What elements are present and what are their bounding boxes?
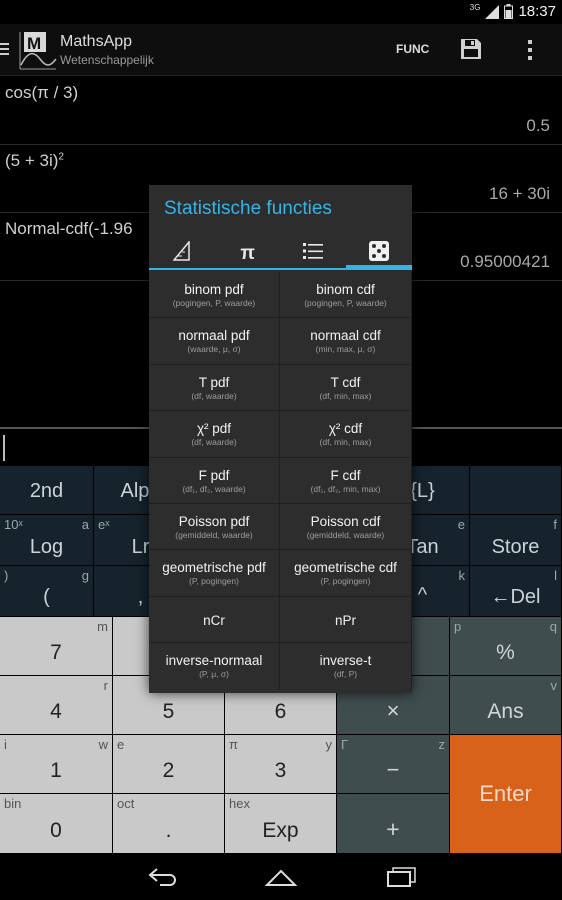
back-icon[interactable] xyxy=(146,867,178,892)
statistics-dialog: Statistische functies π binom pdf (poging… xyxy=(149,185,412,693)
battery-icon xyxy=(504,4,514,19)
app-logo-icon[interactable]: M xyxy=(18,29,58,71)
function-poisson-pdf[interactable]: Poisson pdf (gemiddeld, waarde) xyxy=(149,504,280,551)
network-type: 3G xyxy=(469,3,481,12)
key-2[interactable]: e2 xyxy=(113,735,225,794)
app-title: MathsApp xyxy=(60,33,133,50)
recents-icon[interactable] xyxy=(386,867,418,892)
function-normaal-pdf[interactable]: normaal pdf (waarde, μ, σ) xyxy=(149,318,280,365)
key-7[interactable]: m7 xyxy=(0,617,113,676)
func-button[interactable]: FUNC xyxy=(396,42,429,56)
clock: 18:37 xyxy=(518,3,556,20)
key-paren[interactable]: ) g( xyxy=(0,566,94,617)
app-subtitle: Wetenschappelijk xyxy=(60,53,154,67)
function-inverse-normaal[interactable]: inverse-normaal (P, μ, σ) xyxy=(149,643,280,690)
save-icon[interactable] xyxy=(460,38,482,65)
function-poisson-cdf[interactable]: Poisson cdf (gemiddeld, waarde) xyxy=(280,504,412,551)
key-percent[interactable]: p q% xyxy=(450,617,562,676)
dice-icon xyxy=(368,240,390,267)
triangle-ruler-icon xyxy=(172,239,191,266)
function-geometrische-cdf[interactable]: geometrische cdf (P, pogingen) xyxy=(280,550,412,597)
key-1[interactable]: iw1 xyxy=(0,735,113,794)
navigation-bar xyxy=(0,854,562,900)
function-t-cdf[interactable]: T cdf (df, min, max) xyxy=(280,364,412,412)
key-4[interactable]: r4 xyxy=(0,676,113,735)
function-binom-pdf[interactable]: binom pdf (pogingen, P, waarde) xyxy=(149,272,280,319)
history-expression: Normal-cdf(-1.96 xyxy=(5,219,133,238)
function-grid: binom pdf (pogingen, P, waarde) binom cdf… xyxy=(149,272,412,693)
history-expression: cos(π / 3) xyxy=(5,83,79,102)
status-bar: 3G 18:37 xyxy=(0,0,562,24)
pi-icon: π xyxy=(240,242,255,264)
function-binom-cdf[interactable]: binom cdf (pogingen, P, waarde) xyxy=(280,272,412,319)
function-chi2-pdf[interactable]: χ² pdf (df, waarde) xyxy=(149,411,280,458)
function-npr[interactable]: nPr xyxy=(280,596,412,644)
key-0[interactable]: bin 0 xyxy=(0,794,113,854)
key-minus[interactable]: Γz − xyxy=(337,735,450,794)
function-f-pdf[interactable]: F pdf (df₁, df₂, waarde) xyxy=(149,457,280,504)
key-3[interactable]: πy3 xyxy=(225,735,337,794)
text-cursor xyxy=(3,435,5,461)
tab-list[interactable] xyxy=(281,237,347,270)
overflow-icon[interactable] xyxy=(528,40,534,65)
function-chi2-cdf[interactable]: χ² cdf (df, min, max) xyxy=(280,411,412,458)
function-inverse-t[interactable]: inverse-t (df, P) xyxy=(280,643,412,690)
history-entry[interactable]: cos(π / 3) 0.5 xyxy=(0,77,562,145)
function-f-cdf[interactable]: F cdf (df₁, df₂, min, max) xyxy=(280,457,412,504)
key-enter[interactable]: Enter xyxy=(450,735,562,854)
history-result: 0.95000421 xyxy=(460,252,550,271)
key-ans[interactable]: v Ans xyxy=(450,676,562,735)
key-blank-r1c6[interactable] xyxy=(470,466,562,515)
drawer-icon[interactable] xyxy=(0,43,9,62)
function-ncr[interactable]: nCr xyxy=(149,596,280,644)
tab-constants[interactable]: π xyxy=(215,237,281,270)
history-expression: (5 + 3i)2 xyxy=(5,151,64,170)
key-2nd[interactable]: 2nd xyxy=(0,466,94,515)
signal-icon xyxy=(485,4,500,19)
history-result: 0.5 xyxy=(526,116,550,135)
svg-text:M: M xyxy=(27,34,41,53)
history-result: 16 + 30i xyxy=(489,184,550,203)
key-delete[interactable]: l ←Del xyxy=(470,566,562,617)
tab-geometry[interactable] xyxy=(149,237,215,270)
home-icon[interactable] xyxy=(264,867,298,892)
key-store[interactable]: f Store xyxy=(470,515,562,566)
tab-active-indicator xyxy=(346,265,412,270)
function-geometrische-pdf[interactable]: geometrische pdf (P, pogingen) xyxy=(149,550,280,597)
key-log[interactable]: 10ˣ a Log xyxy=(0,515,94,566)
action-bar: M MathsApp Wetenschappelijk FUNC xyxy=(0,24,562,76)
function-t-pdf[interactable]: T pdf (df, waarde) xyxy=(149,364,280,412)
list-icon xyxy=(303,242,324,265)
dialog-title: Statistische functies xyxy=(164,198,332,219)
key-plus[interactable]: + xyxy=(337,794,450,854)
function-normaal-cdf[interactable]: normaal cdf (min, max, μ, σ) xyxy=(280,318,412,365)
key-decimal[interactable]: oct. xyxy=(113,794,225,854)
key-exp[interactable]: hex Exp xyxy=(225,794,337,854)
